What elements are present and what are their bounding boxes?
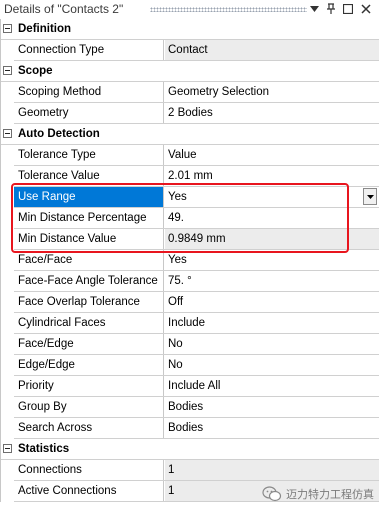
property-value[interactable]: Geometry Selection (165, 82, 379, 102)
row-gutter (1, 334, 14, 355)
property-label: Use Range (14, 187, 164, 207)
property-row-min-distance-value[interactable]: Min Distance Value 0.9849 mm (1, 229, 379, 250)
property-row-search-across[interactable]: Search Across Bodies (1, 418, 379, 439)
property-label: Active Connections (14, 481, 164, 501)
property-value[interactable]: Yes (165, 250, 379, 270)
property-label: Face/Edge (14, 334, 164, 354)
row-gutter (1, 229, 14, 250)
property-value[interactable]: 2.01 mm (165, 166, 379, 186)
pushpin-icon[interactable] (324, 2, 338, 16)
property-value[interactable]: Off (165, 292, 379, 312)
property-row-cylindrical-faces[interactable]: Cylindrical Faces Include (1, 313, 379, 334)
group-label: Definition (18, 23, 72, 35)
property-label: Connections (14, 460, 164, 480)
row-gutter (1, 397, 14, 418)
property-row-min-distance-percentage[interactable]: Min Distance Percentage 49. (1, 208, 379, 229)
details-title-bar: Details of "Contacts 2" (0, 0, 379, 20)
row-gutter (1, 355, 14, 376)
row-gutter (1, 40, 14, 61)
title-drag-grip[interactable] (150, 7, 307, 12)
group-statistics[interactable]: Statistics (1, 439, 379, 460)
property-value: 0.9849 mm (165, 229, 379, 249)
property-row-use-range[interactable]: Use Range Yes (1, 187, 379, 208)
property-label: Tolerance Value (14, 166, 164, 186)
chevron-down-icon (366, 194, 374, 199)
property-value[interactable]: Value (165, 145, 379, 165)
row-gutter (1, 166, 14, 187)
group-scope[interactable]: Scope (1, 61, 379, 82)
window-title: Details of "Contacts 2" (4, 2, 124, 16)
row-gutter (1, 418, 14, 439)
property-label: Scoping Method (14, 82, 164, 102)
row-gutter (1, 82, 14, 103)
property-row-face-overlap-tolerance[interactable]: Face Overlap Tolerance Off (1, 292, 379, 313)
property-row-face-edge[interactable]: Face/Edge No (1, 334, 379, 355)
property-row-scoping-method[interactable]: Scoping Method Geometry Selection (1, 82, 379, 103)
property-row-edge-edge[interactable]: Edge/Edge No (1, 355, 379, 376)
property-label: Geometry (14, 103, 164, 123)
property-value[interactable]: 49. (165, 208, 379, 228)
group-definition[interactable]: Definition (1, 19, 379, 40)
property-label: Face-Face Angle Tolerance (14, 271, 164, 291)
row-gutter (1, 145, 14, 166)
row-gutter (1, 208, 14, 229)
property-value[interactable]: Include All (165, 376, 379, 396)
collapse-icon[interactable] (3, 129, 12, 138)
property-label: Tolerance Type (14, 145, 164, 165)
property-label: Group By (14, 397, 164, 417)
watermark-text: 迈力特力工程仿真 (286, 489, 374, 501)
property-label: Edge/Edge (14, 355, 164, 375)
group-label: Statistics (18, 443, 70, 455)
pin-icon[interactable] (307, 2, 321, 16)
group-auto-detection[interactable]: Auto Detection (1, 124, 379, 145)
row-gutter (1, 103, 14, 124)
property-value[interactable]: Bodies (165, 418, 379, 438)
property-row-priority[interactable]: Priority Include All (1, 376, 379, 397)
close-icon[interactable] (359, 2, 373, 16)
row-gutter (1, 292, 14, 313)
collapse-icon[interactable] (3, 444, 12, 453)
details-property-grid: Definition Connection Type Contact Scope… (0, 19, 379, 502)
property-value[interactable]: No (165, 334, 379, 354)
group-label: Auto Detection (18, 128, 100, 140)
dropdown-button[interactable] (363, 188, 377, 205)
watermark: 迈力特力工程仿真 (262, 485, 374, 503)
wechat-icon (262, 486, 282, 502)
property-label: Cylindrical Faces (14, 313, 164, 333)
row-gutter (1, 313, 14, 334)
row-gutter (1, 250, 14, 271)
property-row-tolerance-value[interactable]: Tolerance Value 2.01 mm (1, 166, 379, 187)
row-gutter (1, 460, 14, 481)
property-row-face-face[interactable]: Face/Face Yes (1, 250, 379, 271)
property-label: Face Overlap Tolerance (14, 292, 164, 312)
property-value[interactable]: Yes (165, 187, 379, 207)
property-label: Connection Type (14, 40, 164, 60)
property-label: Min Distance Value (14, 229, 164, 249)
property-value[interactable]: 2 Bodies (165, 103, 379, 123)
collapse-icon[interactable] (3, 24, 12, 33)
property-row-geometry[interactable]: Geometry 2 Bodies (1, 103, 379, 124)
property-value[interactable]: Bodies (165, 397, 379, 417)
property-label: Search Across (14, 418, 164, 438)
property-value[interactable]: No (165, 355, 379, 375)
group-label: Scope (18, 65, 53, 77)
property-label: Priority (14, 376, 164, 396)
property-value: 1 (165, 460, 379, 480)
property-label: Face/Face (14, 250, 164, 270)
collapse-icon[interactable] (3, 66, 12, 75)
property-row-tolerance-type[interactable]: Tolerance Type Value (1, 145, 379, 166)
property-row-group-by[interactable]: Group By Bodies (1, 397, 379, 418)
property-value: Contact (165, 40, 379, 60)
maximize-icon[interactable] (341, 2, 355, 16)
property-row-connection-type[interactable]: Connection Type Contact (1, 40, 379, 61)
property-row-face-face-angle-tolerance[interactable]: Face-Face Angle Tolerance 75. ° (1, 271, 379, 292)
property-row-connections[interactable]: Connections 1 (1, 460, 379, 481)
row-gutter (1, 271, 14, 292)
row-gutter (1, 376, 14, 397)
property-value[interactable]: 75. ° (165, 271, 379, 291)
row-gutter (1, 187, 14, 208)
property-label: Min Distance Percentage (14, 208, 164, 228)
row-gutter (1, 481, 14, 502)
property-value[interactable]: Include (165, 313, 379, 333)
